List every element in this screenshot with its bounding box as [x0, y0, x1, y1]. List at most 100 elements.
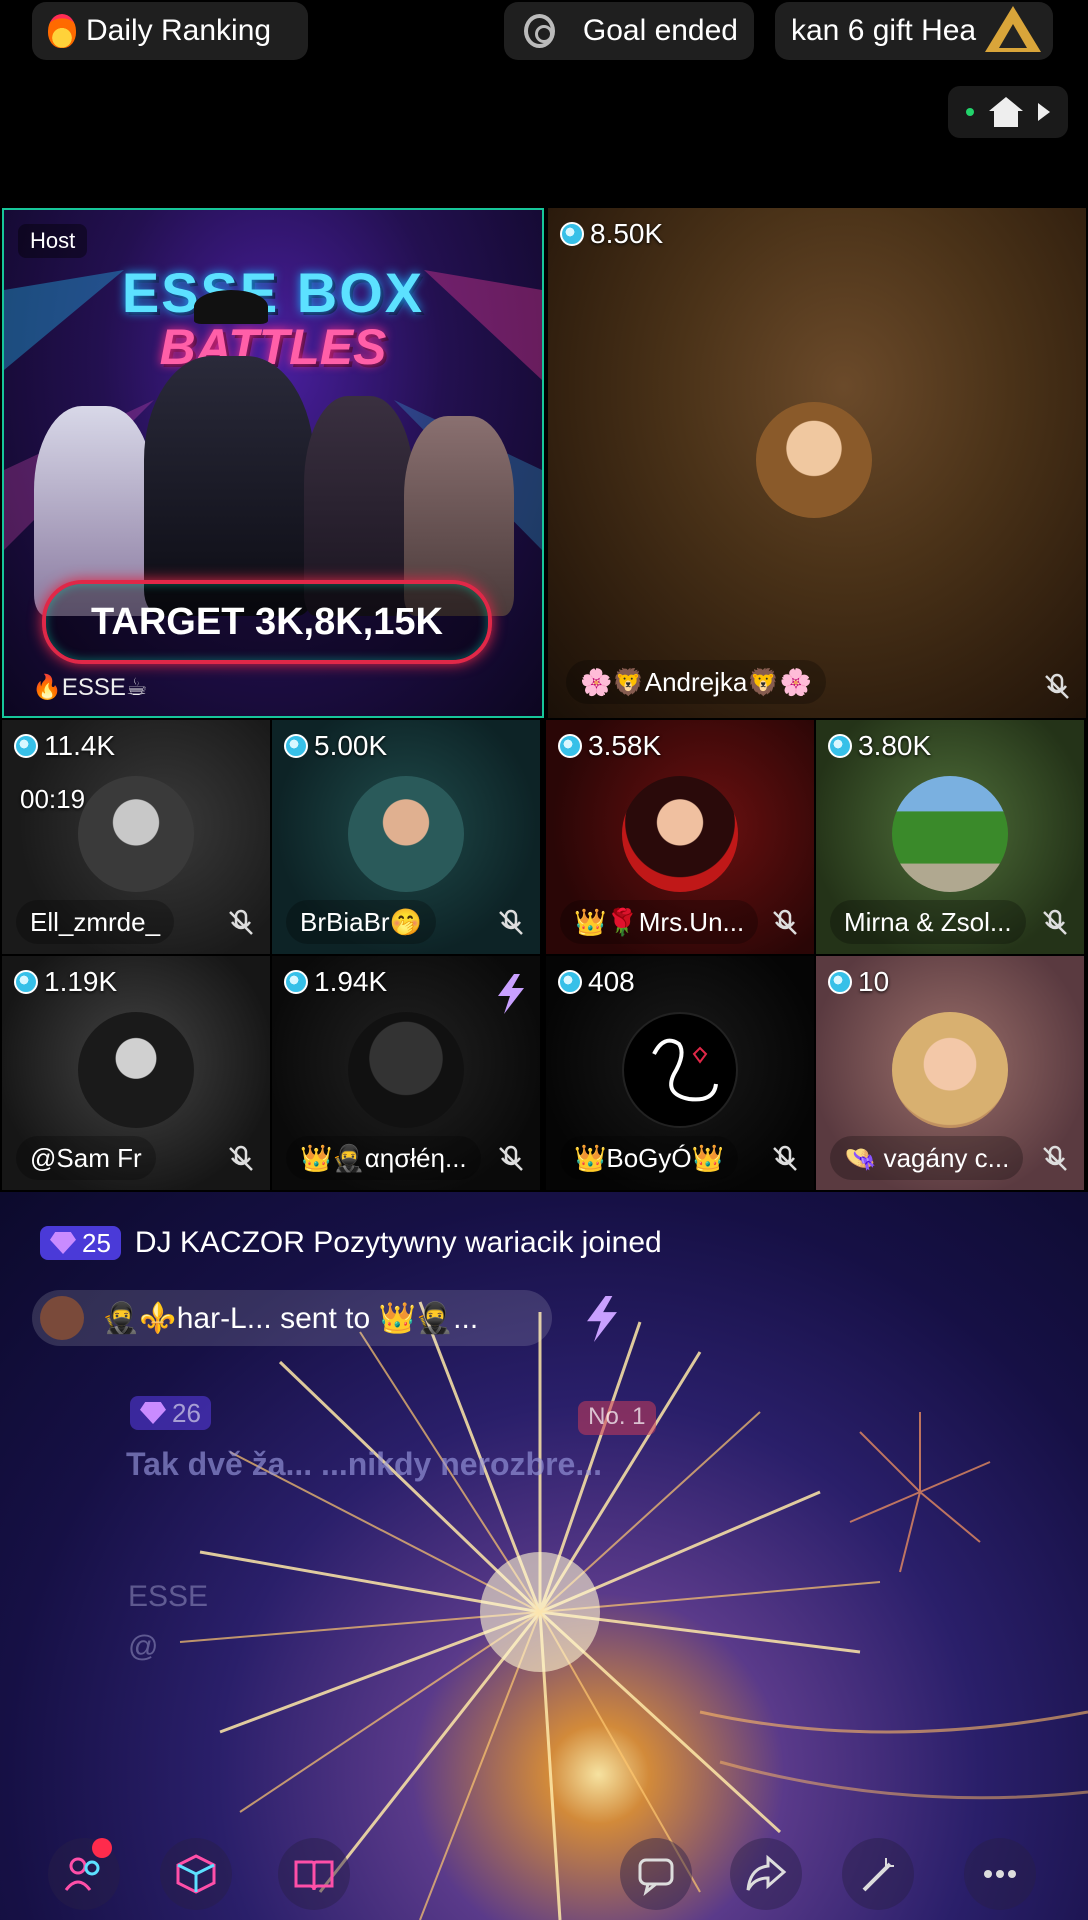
guest-avatar[interactable]: [756, 402, 872, 518]
goal-target-icon: [524, 14, 555, 48]
coin-count: 408: [558, 966, 635, 998]
guest-name: 👑BoGyÓ👑: [560, 1136, 738, 1180]
guest-tile[interactable]: 1.94K 👑🥷αησłéη...: [272, 956, 540, 1190]
multi-guest-button[interactable]: [48, 1838, 120, 1910]
guest-tile[interactable]: 3.80K Mirna & Zsol...: [816, 720, 1084, 954]
faded-chat-mention: @: [128, 1630, 159, 1663]
guest-tile[interactable]: 5.00K BrBiaBr🤭: [272, 720, 540, 954]
gem-level-badge: 25: [40, 1226, 121, 1260]
multi-guest-icon: [64, 1857, 100, 1891]
muted-mic-icon: [1042, 672, 1072, 702]
magic-wand-icon: [862, 1858, 894, 1892]
guest-name: Ell_zmrde_: [16, 900, 175, 944]
muted-mic-icon: [1040, 908, 1070, 938]
coin-count: 5.00K: [284, 730, 387, 762]
host-tile[interactable]: Host ESSE BOX BATTLES TARGET 3K,8K,15K 🔥…: [2, 208, 544, 718]
live-dot-icon: [965, 108, 974, 116]
poster-hat: [194, 290, 268, 324]
guest-name: 👑🥷αησłéη...: [286, 1136, 481, 1180]
sender-avatar: [40, 1296, 84, 1340]
daily-ranking-label: Daily Ranking: [86, 14, 272, 47]
guest-avatar[interactable]: [348, 1012, 464, 1128]
mini-controls[interactable]: [948, 86, 1068, 138]
mic-timer: 00:19: [20, 784, 86, 814]
guest-name: 👒 vagány c...: [830, 1136, 1024, 1180]
guest-avatar[interactable]: [78, 1012, 194, 1128]
lightning-gift-icon: [498, 974, 524, 1014]
coin-count: 11.4K: [14, 730, 115, 762]
guest-name: Mirna & Zsol...: [830, 900, 1026, 944]
coin-count: 10: [828, 966, 889, 998]
faded-chat-name: ESSE: [128, 1580, 209, 1613]
guest-avatar[interactable]: [348, 776, 464, 892]
coin-icon: [828, 970, 852, 994]
coin-icon: [558, 970, 582, 994]
gold-rank-arrow-icon: [985, 6, 1041, 52]
join-text: DJ KACZOR Pozytywny wariacik joined: [134, 1226, 662, 1259]
chat-button[interactable]: [620, 1838, 692, 1910]
goal-button[interactable]: Goal ended: [504, 2, 754, 60]
gem-level-badge: 26: [130, 1396, 211, 1430]
join-notification: 25 DJ KACZOR Pozytywny wariacik joined: [40, 1226, 662, 1260]
target-banner: TARGET 3K,8K,15K: [42, 580, 492, 664]
box-icon: [176, 1854, 216, 1894]
home-icon[interactable]: [988, 97, 1023, 127]
more-icon: [984, 1870, 1016, 1878]
guest-avatar[interactable]: [892, 776, 1008, 892]
gift-sent-text: 🥷⚜️har-L... sent to 👑🥷...: [102, 1301, 479, 1335]
coin-count: 1.94K: [284, 966, 387, 998]
share-icon: [746, 1854, 787, 1891]
guest-avatar[interactable]: [78, 776, 194, 892]
gift-ticker[interactable]: kan 6 gift Hea: [775, 2, 1053, 60]
chat-icon: [638, 1858, 674, 1896]
swan-logo-avatar[interactable]: [622, 1012, 738, 1128]
chat-header: 26 No. 1: [40, 1396, 656, 1435]
guest-name: @Sam Fr: [16, 1136, 156, 1180]
coin-icon: [14, 734, 38, 758]
more-button[interactable]: [964, 1838, 1036, 1910]
gem-icon: [140, 1402, 166, 1424]
muted-mic-icon: [770, 908, 800, 938]
guest-avatar[interactable]: [892, 1012, 1008, 1128]
coin-icon: [284, 970, 308, 994]
coin-icon: [828, 734, 852, 758]
magic-wand-button[interactable]: [842, 1838, 914, 1910]
guest-tile[interactable]: 11.4K 00:19 Ell_zmrde_: [2, 720, 270, 954]
guest-name: 🌸🦁Andrejka🦁🌸: [566, 660, 827, 704]
guest-tile[interactable]: 10 👒 vagány c...: [816, 956, 1084, 1190]
muted-mic-icon: [770, 1144, 800, 1174]
guest-tile[interactable]: 8.50K 🌸🦁Andrejka🦁🌸: [548, 208, 1086, 718]
coin-count: 1.19K: [14, 966, 117, 998]
coin-icon: [284, 734, 308, 758]
box-button[interactable]: [160, 1838, 232, 1910]
coin-count: 8.50K: [560, 218, 663, 250]
daily-ranking-button[interactable]: Daily Ranking: [32, 2, 308, 60]
chat-message: Tak dvě ža... ...nikdy nerozbre...: [126, 1446, 602, 1482]
guest-name: BrBiaBr🤭: [286, 900, 436, 944]
host-tag: Host: [18, 224, 88, 258]
muted-mic-icon: [496, 908, 526, 938]
coin-count: 3.58K: [558, 730, 661, 762]
rank-badge: No. 1: [578, 1401, 656, 1435]
book-button[interactable]: [278, 1838, 350, 1910]
guest-name: 👑🌹Mrs.Un...: [560, 900, 759, 944]
host-owner-name: 🔥ESSE☕: [32, 674, 148, 701]
coin-icon: [558, 734, 582, 758]
gem-icon: [50, 1232, 76, 1254]
guest-tile[interactable]: 1.19K @Sam Fr: [2, 956, 270, 1190]
expand-arrow-icon[interactable]: [1038, 103, 1051, 121]
poster-title: ESSE BOX: [121, 261, 425, 324]
coin-icon: [560, 222, 584, 246]
muted-mic-icon: [226, 1144, 256, 1174]
notification-dot: [92, 1838, 112, 1858]
coin-icon: [14, 970, 38, 994]
coin-count: 3.80K: [828, 730, 931, 762]
muted-mic-icon: [1040, 1144, 1070, 1174]
guest-tile[interactable]: 408 👑BoGyÓ👑: [546, 956, 814, 1190]
share-button[interactable]: [730, 1838, 802, 1910]
muted-mic-icon: [496, 1144, 526, 1174]
guest-tile[interactable]: 3.58K 👑🌹Mrs.Un...: [546, 720, 814, 954]
guest-avatar[interactable]: [622, 776, 738, 892]
lightning-gift-icon: [587, 1296, 617, 1342]
gift-sent-notification: 🥷⚜️har-L... sent to 👑🥷...: [32, 1290, 617, 1346]
